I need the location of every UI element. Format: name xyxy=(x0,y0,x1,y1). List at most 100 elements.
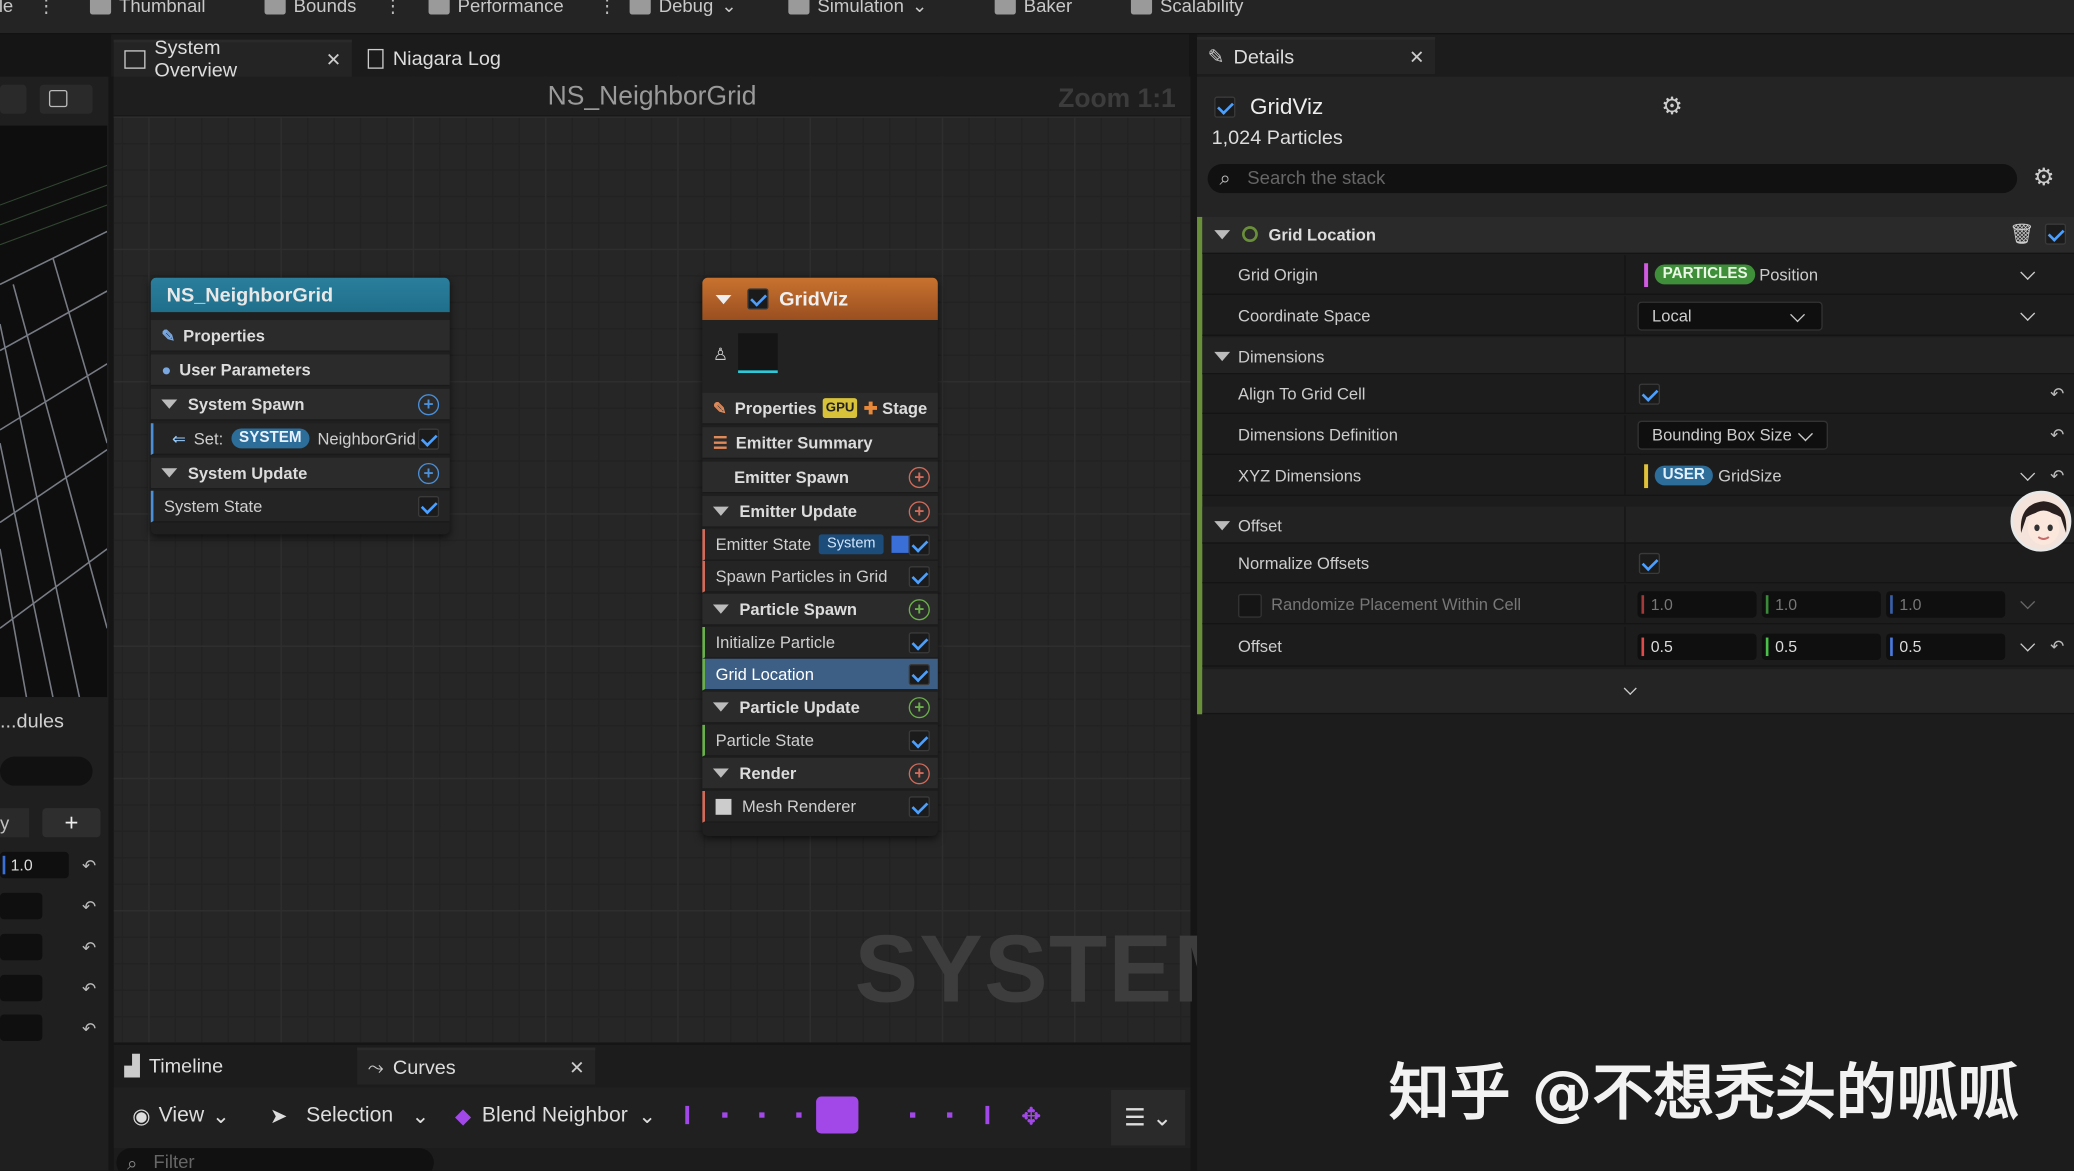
graph-canvas[interactable] xyxy=(113,76,1191,1043)
expand-more-row[interactable] xyxy=(1202,669,2074,715)
reset-icon[interactable]: ↶ xyxy=(2050,384,2064,405)
system-update-group[interactable]: System Update + xyxy=(150,457,450,490)
collapse-icon[interactable] xyxy=(161,399,178,409)
add-module-icon[interactable]: + xyxy=(908,598,930,620)
system-state-module[interactable]: System State xyxy=(150,490,450,523)
emitter-thumbnail[interactable] xyxy=(738,333,778,374)
collapse-icon[interactable] xyxy=(161,468,178,478)
enable-checkbox[interactable] xyxy=(908,565,930,587)
toolbar-item-file[interactable]: ile xyxy=(0,0,13,19)
offset-y-input[interactable]: 0.5 xyxy=(1761,633,1881,661)
set-neighborgrid-module[interactable]: ⇐ Set: SYSTEM NeighborGrid xyxy=(150,423,450,456)
bounds-button[interactable]: Bounds xyxy=(264,0,356,19)
view-dropdown[interactable]: ◉ View ⌄ xyxy=(132,1103,230,1129)
emitter-enable-checkbox[interactable] xyxy=(747,288,769,310)
left-value-input[interactable]: 1.0 xyxy=(0,851,69,879)
emitter-spawn-group[interactable]: Emitter Spawn + xyxy=(702,461,938,494)
left-filter-dropdown[interactable]: y xyxy=(0,808,30,838)
emitter-enable-checkbox[interactable] xyxy=(1214,96,1236,118)
enable-checkbox[interactable] xyxy=(908,729,930,751)
menu-icon[interactable]: ☰ ⌄ xyxy=(1111,1089,1186,1146)
blend-neighbor-dropdown[interactable]: ◆ Blend Neighbor ⌄ xyxy=(455,1103,656,1129)
user-parameters-row[interactable]: ● User Parameters xyxy=(150,354,450,387)
tab-details[interactable]: ✎ Details ✕ xyxy=(1197,37,1436,75)
property-value[interactable]: GridSize xyxy=(1718,467,1781,486)
module-enable-checkbox[interactable] xyxy=(2044,223,2067,245)
more-options-icon[interactable]: ⋮ xyxy=(598,0,617,17)
performance-button[interactable]: Performance xyxy=(428,0,564,19)
more-options-icon[interactable]: ⋮ xyxy=(37,0,56,17)
selection-dropdown[interactable]: ➤ Selection ⌄ xyxy=(270,1103,430,1129)
collapse-icon[interactable] xyxy=(712,506,729,516)
tab-timeline[interactable]: ▟ Timeline xyxy=(114,1048,352,1085)
reset-icon[interactable]: ↶ xyxy=(82,979,96,1000)
left-value-input[interactable] xyxy=(0,1014,43,1041)
particle-spawn-group[interactable]: Particle Spawn + xyxy=(702,593,938,626)
add-icon[interactable]: + xyxy=(42,808,101,838)
collapse-icon[interactable] xyxy=(1214,351,1231,362)
coordinate-space-dropdown[interactable]: Local xyxy=(1637,301,1823,331)
left-value-input[interactable] xyxy=(0,892,43,920)
offset-x-input[interactable]: 0.5 xyxy=(1637,633,1757,661)
enable-checkbox[interactable] xyxy=(908,533,930,555)
thumbnail-button[interactable]: Thumbnail xyxy=(89,0,206,19)
emitter-state-module[interactable]: Emitter State System xyxy=(702,529,938,561)
emitter-update-group[interactable]: Emitter Update + xyxy=(702,496,938,528)
debug-button[interactable]: Debug ⌄ xyxy=(629,0,737,19)
normalize-checkbox[interactable] xyxy=(1638,552,1660,575)
reset-icon[interactable]: ↶ xyxy=(82,938,96,959)
more-options-icon[interactable]: ⋮ xyxy=(384,0,403,17)
randomize-enable-checkbox[interactable] xyxy=(1238,593,1262,618)
collapse-icon[interactable] xyxy=(1214,230,1231,240)
randomize-z-input[interactable]: 1.0 xyxy=(1886,591,2006,618)
add-module-icon[interactable]: + xyxy=(908,696,930,718)
scalability-button[interactable]: Scalability xyxy=(1130,0,1243,19)
collapse-icon[interactable] xyxy=(712,702,729,712)
emitter-node-header[interactable]: GridViz xyxy=(702,277,938,321)
collapse-icon[interactable] xyxy=(712,768,729,778)
grid-location-module[interactable]: Grid Location xyxy=(702,658,938,691)
chevron-down-icon[interactable] xyxy=(2020,264,2036,280)
system-properties-row[interactable]: ✎ Properties xyxy=(150,320,450,352)
left-search-input[interactable] xyxy=(0,756,93,786)
grid-location-section[interactable]: Grid Location 🗑 xyxy=(1202,216,2074,254)
add-module-icon[interactable]: + xyxy=(908,466,930,488)
particle-update-group[interactable]: Particle Update + xyxy=(702,691,938,724)
system-spawn-group[interactable]: System Spawn + xyxy=(150,388,450,421)
reset-icon[interactable]: ↶ xyxy=(82,1018,96,1039)
fit-icon[interactable]: ✥ xyxy=(1021,1103,1041,1131)
curves-filter-input[interactable]: ⌕ Filter xyxy=(116,1148,434,1171)
dimensions-category[interactable]: Dimensions xyxy=(1202,337,2074,375)
simulation-button[interactable]: Simulation ⌄ xyxy=(788,0,927,19)
close-icon[interactable]: ✕ xyxy=(1409,46,1425,68)
add-module-icon[interactable]: + xyxy=(417,462,440,484)
add-stage-button[interactable]: ✚ Stage xyxy=(864,398,928,418)
initialize-particle-module[interactable]: Initialize Particle xyxy=(702,626,938,659)
chevron-down-icon[interactable] xyxy=(1623,681,1637,696)
mesh-renderer-module[interactable]: Mesh Renderer xyxy=(702,790,938,823)
align-checkbox[interactable] xyxy=(1638,383,1660,405)
enable-checkbox[interactable] xyxy=(908,795,930,817)
chevron-down-icon[interactable] xyxy=(2020,466,2036,482)
preview-viewport[interactable] xyxy=(0,125,108,698)
render-group[interactable]: Render + xyxy=(702,757,938,790)
property-value[interactable]: Position xyxy=(1759,266,1818,285)
trash-icon[interactable]: 🗑 xyxy=(2009,222,2034,246)
collapse-icon[interactable] xyxy=(1214,521,1231,531)
reset-icon[interactable]: ↶ xyxy=(2050,425,2064,446)
close-icon[interactable]: ✕ xyxy=(326,48,342,70)
close-icon[interactable]: ✕ xyxy=(569,1056,585,1078)
gear-icon[interactable]: ⚙ xyxy=(1661,93,1682,121)
offset-z-input[interactable]: 0.5 xyxy=(1886,633,2006,661)
add-module-icon[interactable]: + xyxy=(417,393,440,415)
tab-niagara-log[interactable]: Niagara Log xyxy=(357,40,511,77)
image-options-button[interactable] xyxy=(39,84,93,114)
enable-checkbox[interactable] xyxy=(417,427,440,450)
settings-gear-icon[interactable]: ⚙ xyxy=(2033,164,2054,192)
view-dropdown[interactable] xyxy=(0,84,27,114)
dimensions-definition-dropdown[interactable]: Bounding Box Size xyxy=(1637,420,1828,450)
collapse-icon[interactable] xyxy=(712,604,729,614)
system-node[interactable]: NS_NeighborGrid ✎ Properties ● User Parame… xyxy=(150,277,450,535)
left-value-input[interactable] xyxy=(0,974,43,1002)
enable-checkbox[interactable] xyxy=(908,663,930,685)
